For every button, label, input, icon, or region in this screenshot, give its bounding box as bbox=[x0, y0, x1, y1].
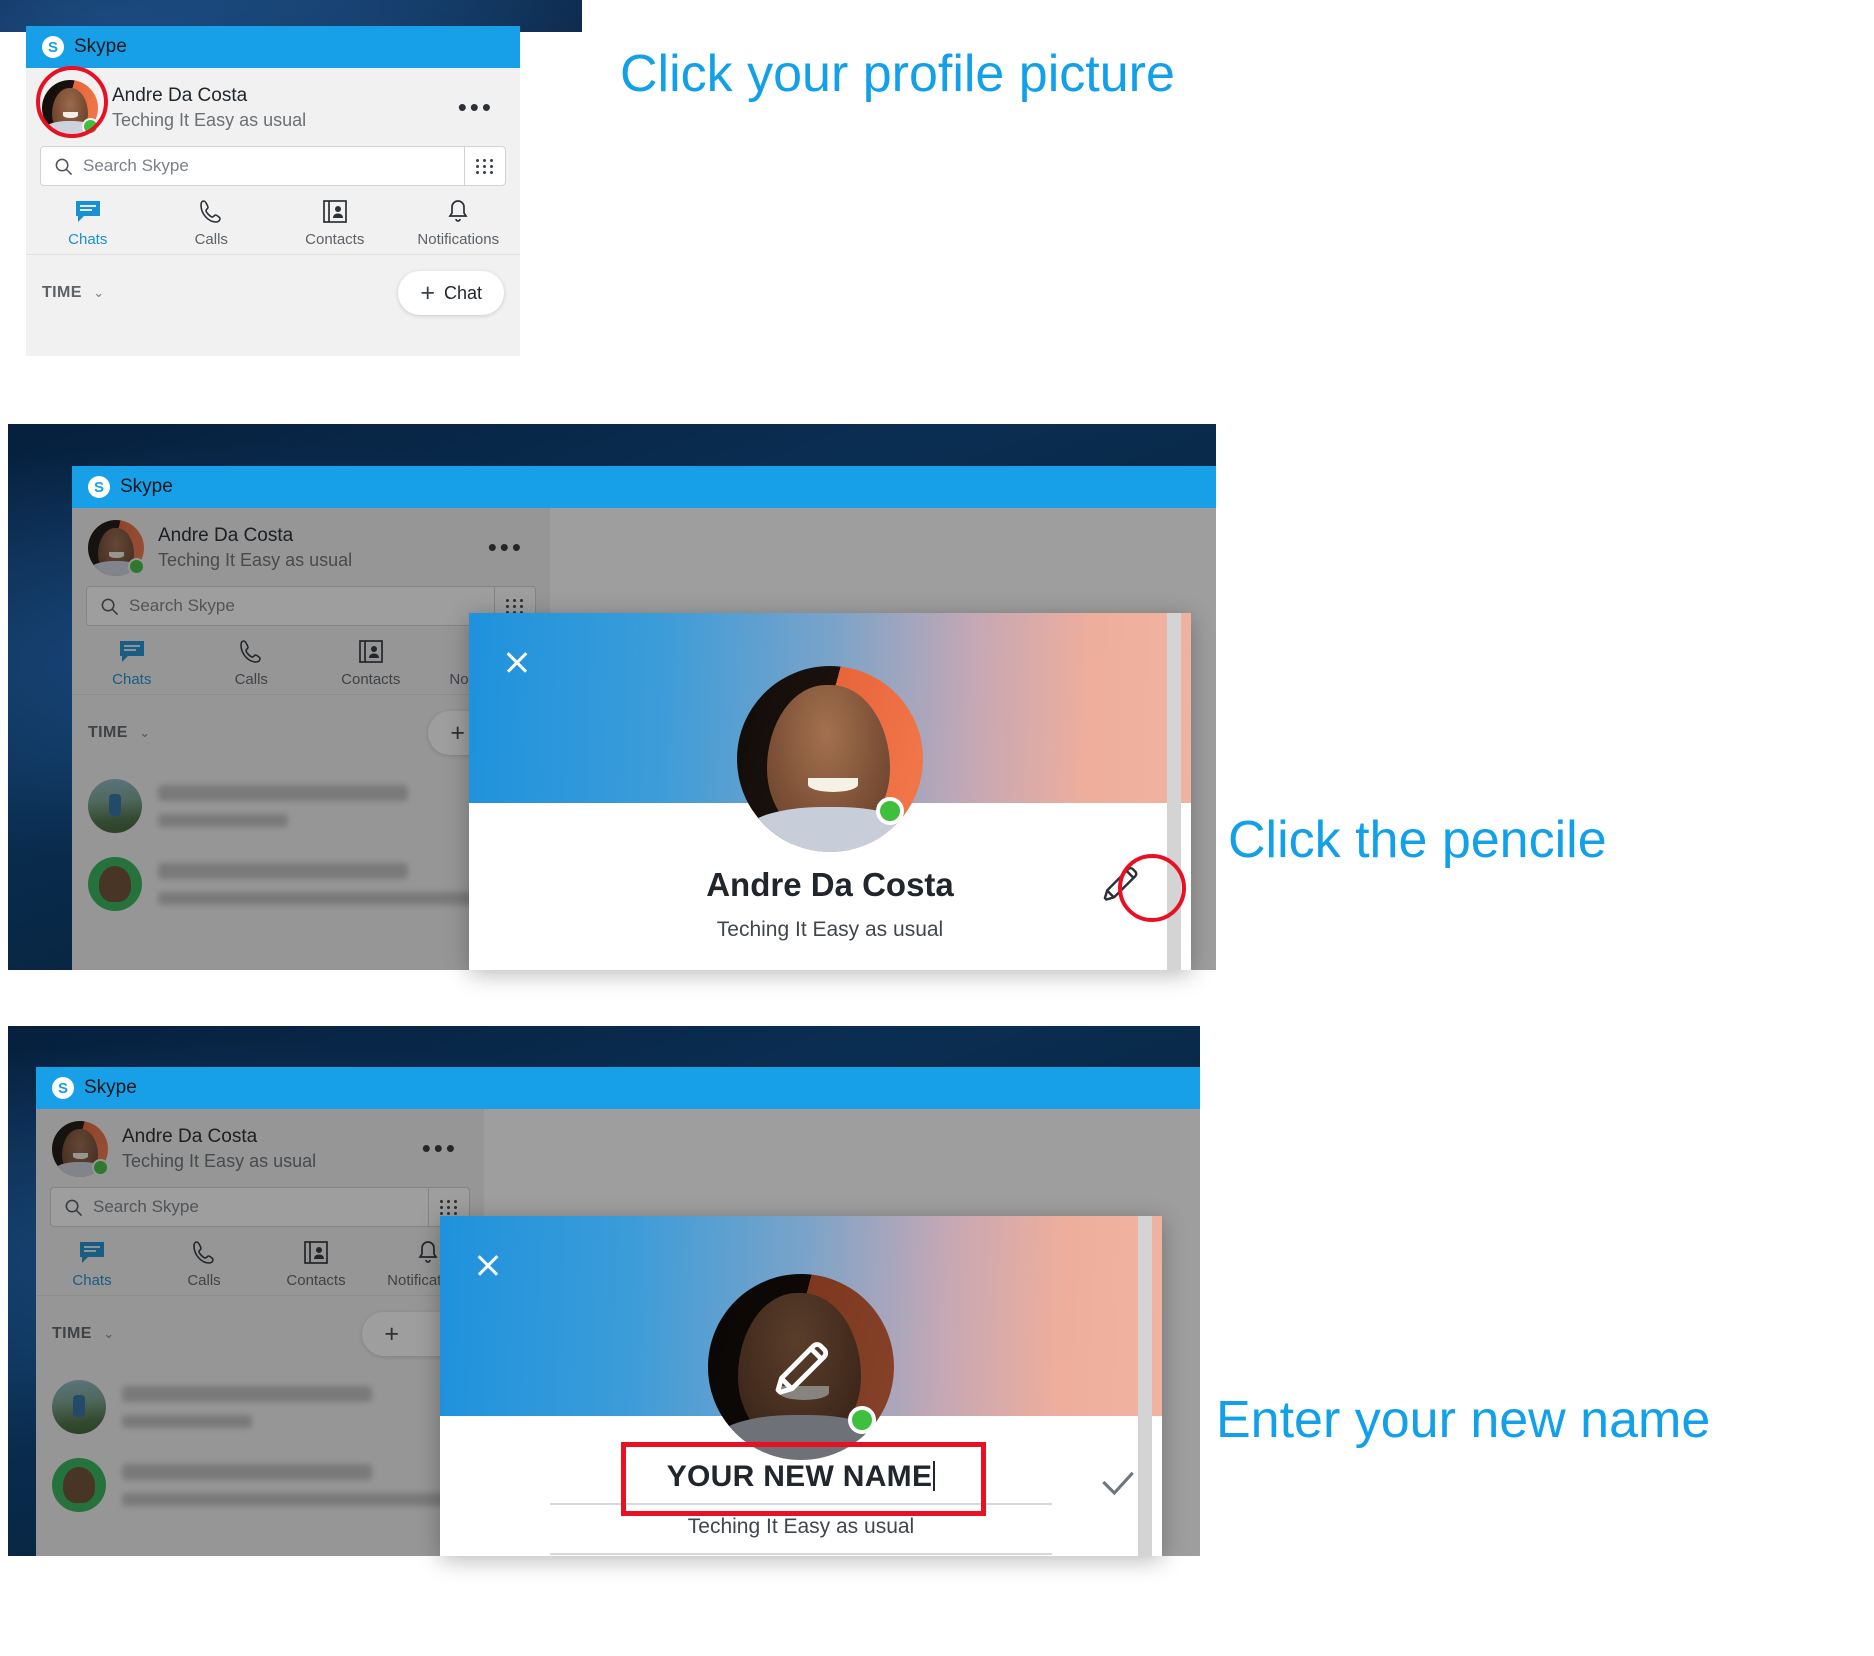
tab-calls-label: Calls bbox=[194, 231, 228, 248]
contact-card-icon bbox=[322, 198, 347, 224]
skype-logo-icon: S bbox=[88, 476, 110, 498]
pencil-icon[interactable] bbox=[766, 1332, 836, 1402]
tab-contacts[interactable]: Contacts bbox=[273, 198, 397, 248]
callout-step-3: Enter your new name bbox=[1216, 1391, 1711, 1449]
window-title: Skype bbox=[120, 476, 173, 497]
tab-calls[interactable]: Calls bbox=[150, 198, 274, 248]
window-title: Skype bbox=[74, 36, 127, 57]
nav-tabs-1: Chats Calls Contacts Notifications bbox=[26, 186, 520, 254]
skype-logo-icon: S bbox=[42, 36, 64, 58]
tab-chats[interactable]: Chats bbox=[26, 198, 150, 248]
tab-contacts-label: Contacts bbox=[305, 231, 365, 248]
tutorial-page: S Skype Andre Da Costa Teching It Easy a… bbox=[0, 0, 1874, 1656]
skype-titlebar-2: S Skype bbox=[72, 466, 1216, 508]
bell-icon bbox=[446, 198, 470, 224]
tab-notifications-label: Notifications bbox=[417, 231, 500, 248]
new-chat-label: Chat bbox=[443, 282, 482, 303]
highlight-pencil-button bbox=[1118, 854, 1186, 922]
skype-logo-icon: S bbox=[52, 1077, 74, 1099]
chat-bubble-icon bbox=[75, 198, 101, 224]
chevron-down-icon[interactable]: ⌄ bbox=[93, 285, 104, 301]
highlight-name-input bbox=[621, 1442, 986, 1516]
dialog-profile-name: Andre Da Costa bbox=[706, 866, 954, 903]
profile-mood-1: Teching It Easy as usual bbox=[112, 109, 307, 130]
mood-field-underline bbox=[550, 1553, 1052, 1555]
tab-notifications[interactable]: Notifications bbox=[397, 198, 521, 248]
list-header-1: TIME ⌄ + Chat bbox=[26, 255, 520, 327]
profile-name-1: Andre Da Costa bbox=[112, 85, 248, 107]
phone-icon bbox=[199, 198, 223, 224]
new-chat-button[interactable]: + Chat bbox=[398, 271, 504, 315]
search-input[interactable]: Search Skype bbox=[40, 146, 464, 186]
close-icon[interactable] bbox=[501, 647, 531, 677]
callout-step-2: Click the pencile bbox=[1228, 811, 1607, 869]
search-icon bbox=[55, 158, 73, 175]
tab-chats-label: Chats bbox=[68, 231, 108, 248]
dialog-scrollbar[interactable] bbox=[1138, 1216, 1152, 1556]
callout-step-1: Click your profile picture bbox=[620, 45, 1175, 103]
time-label: TIME bbox=[42, 284, 82, 301]
presence-indicator bbox=[848, 1406, 876, 1434]
close-icon[interactable] bbox=[472, 1250, 502, 1280]
dialpad-icon[interactable] bbox=[464, 146, 506, 186]
window-title: Skype bbox=[84, 1077, 137, 1098]
search-row-1: Search Skype bbox=[26, 146, 520, 186]
highlight-profile-picture bbox=[36, 66, 108, 138]
search-placeholder: Search Skype bbox=[83, 156, 189, 175]
profile-dialog-step2: Andre Da Costa Teching It Easy as usual bbox=[469, 613, 1191, 970]
skype-window-step1: S Skype Andre Da Costa Teching It Easy a… bbox=[26, 26, 520, 356]
dialog-profile-mood: Teching It Easy as usual bbox=[716, 918, 944, 941]
dialog-avatar[interactable] bbox=[737, 666, 923, 852]
presence-indicator bbox=[876, 797, 904, 825]
skype-titlebar-3: S Skype bbox=[36, 1067, 1200, 1109]
confirm-name-checkmark-icon[interactable] bbox=[1096, 1460, 1140, 1504]
mood-input-field[interactable]: Teching It Easy as usual bbox=[440, 1515, 1162, 1539]
skype-titlebar-1: S Skype bbox=[26, 26, 520, 68]
